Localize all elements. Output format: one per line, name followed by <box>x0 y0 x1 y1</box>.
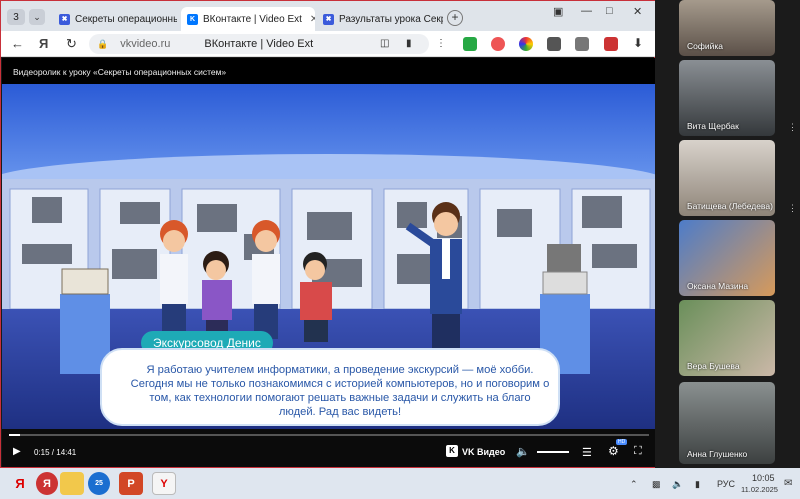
participant-name: Анна Глушенко <box>687 449 748 459</box>
vk-logo-icon: K <box>446 445 458 457</box>
participant-name: Вита Щербак <box>687 121 739 131</box>
volume-icon[interactable]: 🔈 <box>516 445 530 458</box>
participant-tile[interactable]: Вита Щербак <box>679 60 775 136</box>
tray-chevron-icon[interactable]: ⌃ <box>630 479 638 490</box>
tab-bar: 3 ⌄ ✖ Секреты операционных с K ВКонтакте… <box>1 1 656 31</box>
bookmark-icon[interactable]: ▮ <box>406 38 412 49</box>
close-tab-icon[interactable]: ✕ <box>310 14 315 25</box>
tab-label: ВКонтакте | Video Ext <box>203 13 302 25</box>
participant-name: Батищева (Лебедева) <box>687 201 773 211</box>
color-extension-icon[interactable] <box>519 37 533 51</box>
yandex-logo-icon[interactable]: Я <box>39 36 48 51</box>
powerpoint-icon[interactable]: P <box>119 472 143 495</box>
keyboard-language[interactable]: РУС <box>717 479 735 489</box>
translate-icon[interactable]: ◫ <box>380 38 389 49</box>
tab-label: Секреты операционных с <box>75 13 177 25</box>
tab-vk-video[interactable]: K ВКонтакте | Video Ext ✕ <box>181 7 315 31</box>
volume-tray-icon[interactable]: 🔈 <box>672 479 683 490</box>
back-arrow-icon[interactable]: ← <box>11 36 24 51</box>
video-title: Видеоролик к уроку «Секреты операционных… <box>13 67 227 77</box>
reload-icon[interactable]: ↻ <box>66 36 77 52</box>
participant-tile[interactable]: Софийка <box>679 0 775 56</box>
participant-name: Оксана Мазина <box>687 281 749 291</box>
vk-video-brand: VK Видео <box>462 447 506 457</box>
subtitle-text: Я работаю учителем информатики, а провед… <box>130 364 550 418</box>
settings-gear-icon[interactable]: ⚙ <box>608 444 619 458</box>
playlist-icon[interactable]: ☰ <box>582 446 592 459</box>
more-icon[interactable]: ⋮ <box>436 38 446 49</box>
volume-slider[interactable] <box>537 451 569 453</box>
app-badge-icon[interactable]: 25 <box>88 472 110 495</box>
tab-results[interactable]: ✖ Разультаты урока Секрет <box>317 7 443 31</box>
page-title: ВКонтакте | Video Ext <box>204 38 314 50</box>
network-icon[interactable]: ▩ <box>652 479 661 490</box>
tile-menu-icon[interactable]: ⋮ <box>788 122 798 132</box>
tab-count-button[interactable]: 3 <box>7 9 25 25</box>
notification-icon[interactable]: ✉ <box>784 478 792 489</box>
close-window-icon[interactable]: ✕ <box>633 5 642 18</box>
vk-favicon-icon: K <box>187 13 198 25</box>
participant-tile[interactable]: Оксана Мазина <box>679 220 775 296</box>
participants-panel: Софийка Вита Щербак Батищева (Лебедева) … <box>655 0 800 468</box>
shield-extension-icon[interactable] <box>463 37 477 51</box>
new-tab-button[interactable]: + <box>447 10 463 26</box>
bookmarks-icon[interactable]: ▣ <box>553 5 563 18</box>
play-icon[interactable]: ▶ <box>13 446 21 457</box>
file-explorer-icon[interactable] <box>60 472 84 495</box>
participant-name: Вера Бушева <box>687 361 740 371</box>
battery-icon[interactable]: ▮ <box>695 479 700 490</box>
address-bar: ← Я ↻ 🔒 vkvideo.ru ВКонтакте | Video Ext… <box>1 31 656 57</box>
video-player[interactable]: Экскурсовод Денис Я работаю учителем инф… <box>2 84 655 439</box>
participant-name: Софийка <box>687 41 723 51</box>
subtitle-bubble: Я работаю учителем информатики, а провед… <box>100 348 560 426</box>
clock-time: 10:05 <box>752 473 775 483</box>
progress-fill <box>9 434 20 436</box>
mirror-extension-icon[interactable] <box>575 37 589 51</box>
yandex-browser-icon[interactable]: Я <box>36 472 58 495</box>
quality-badge: HD <box>616 439 628 445</box>
tab-label: Разультаты урока Секрет <box>339 13 443 25</box>
tile-menu-icon[interactable]: ⋮ <box>788 203 798 213</box>
app-badge-count: 25 <box>95 480 103 487</box>
url-field[interactable]: 🔒 vkvideo.ru ВКонтакте | Video Ext <box>89 34 429 54</box>
minimize-icon[interactable]: — <box>581 5 592 17</box>
start-yandex-icon[interactable]: Я <box>8 472 32 495</box>
download-icon[interactable]: ⬇ <box>633 36 643 50</box>
tab-favicon-icon: ✖ <box>59 13 70 25</box>
progress-bar[interactable] <box>9 434 649 436</box>
clock-date: 11.02.2025 <box>741 485 778 494</box>
fullscreen-icon[interactable]: ⛶ <box>634 445 642 458</box>
restore-icon[interactable]: □ <box>606 5 613 17</box>
flame-extension-icon[interactable] <box>491 37 505 51</box>
url-text: vkvideo.ru <box>120 38 171 50</box>
participant-tile[interactable]: Анна Глушенко <box>679 382 775 464</box>
yandex-active-icon[interactable]: Y <box>152 472 176 495</box>
browser-window: 3 ⌄ ✖ Секреты операционных с K ВКонтакте… <box>0 0 656 468</box>
pdf-extension-icon[interactable] <box>604 37 618 51</box>
tab-favicon-icon: ✖ <box>323 13 334 25</box>
participant-tile[interactable]: Вера Бушева <box>679 300 775 376</box>
screenshot-extension-icon[interactable] <box>547 37 561 51</box>
time-display: 0:15 / 14:41 <box>34 448 77 457</box>
lock-icon: 🔒 <box>97 38 109 49</box>
video-header: Видеоролик к уроку «Секреты операционных… <box>2 58 655 84</box>
taskbar: Я Я 25 P Y ⌃ ▩ 🔈 ▮ РУС 10:05 11.02.2025 … <box>0 468 800 499</box>
tab-list-chevron-icon[interactable]: ⌄ <box>29 9 45 25</box>
tab-secrets[interactable]: ✖ Секреты операционных с <box>53 7 177 31</box>
participant-tile[interactable]: Батищева (Лебедева) <box>679 140 775 216</box>
video-controls: ▶ 0:15 / 14:41 K VK Видео 🔈 ☰ ⚙ HD ⛶ <box>2 429 655 467</box>
